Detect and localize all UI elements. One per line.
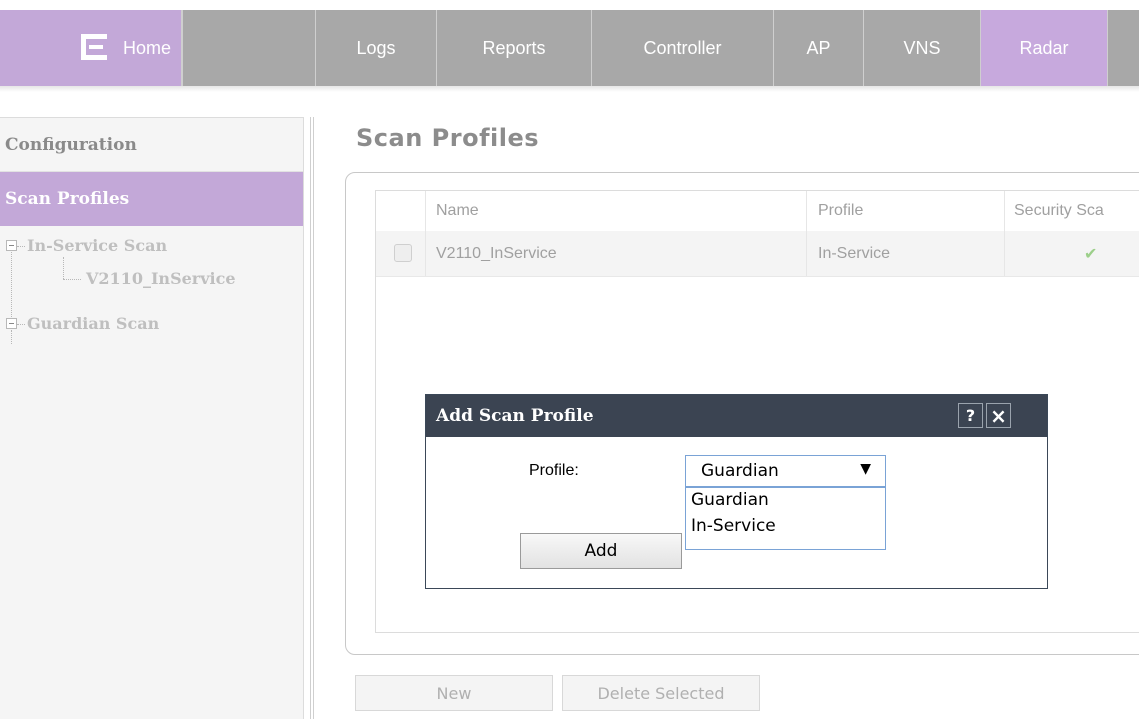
profile-select[interactable]: Guardian ▼ <box>685 455 886 487</box>
tree-item-guardian-scan[interactable]: Guardian Scan <box>27 314 159 333</box>
delete-selected-button[interactable]: Delete Selected <box>562 675 760 711</box>
tab-ap[interactable]: AP <box>774 10 864 86</box>
splitter-handle[interactable] <box>310 117 314 719</box>
sidebar-item-scan-profiles[interactable]: Scan Profiles <box>0 172 303 226</box>
tab-radar[interactable]: Radar <box>981 10 1108 86</box>
page-title: Scan Profiles <box>356 124 540 152</box>
tab-home[interactable]: Home <box>0 10 182 86</box>
tree-item-v2110-inservice[interactable]: V2110_InService <box>86 269 236 288</box>
add-scan-profile-dialog: Add Scan Profile ? × Profile: Guardian ▼… <box>425 394 1048 589</box>
option-in-service[interactable]: In-Service <box>691 516 776 536</box>
tab-controller[interactable]: Controller <box>592 10 774 86</box>
sidebar-heading-configuration[interactable]: Configuration <box>0 118 303 172</box>
tab-vns[interactable]: VNS <box>864 10 981 86</box>
column-header-profile[interactable]: Profile <box>818 191 863 231</box>
dropdown-arrow-icon: ▼ <box>860 461 871 477</box>
check-icon: ✔ <box>1084 245 1098 263</box>
collapse-icon[interactable] <box>6 318 17 329</box>
brand-logo-icon <box>81 34 107 60</box>
profile-label: Profile: <box>529 462 579 479</box>
new-button[interactable]: New <box>355 675 553 711</box>
tab-reports[interactable]: Reports <box>437 10 592 86</box>
column-header-name[interactable]: Name <box>436 191 479 231</box>
tree-item-in-service-scan[interactable]: In-Service Scan <box>27 236 167 255</box>
nav-shadow <box>0 86 1139 92</box>
table-header: Name Profile Security Sca <box>376 191 1139 231</box>
cell-profile: In-Service <box>818 244 891 262</box>
dialog-title-bar[interactable]: Add Scan Profile ? × <box>426 395 1047 437</box>
dialog-title: Add Scan Profile <box>436 406 594 426</box>
option-guardian[interactable]: Guardian <box>691 490 769 510</box>
add-button[interactable]: Add <box>520 533 682 569</box>
tab-logs[interactable]: Logs <box>315 10 437 86</box>
profile-dropdown-list: Guardian In-Service <box>685 487 886 550</box>
row-checkbox[interactable] <box>394 244 412 262</box>
sidebar: Configuration Scan Profiles In-Service S… <box>0 117 304 719</box>
close-icon[interactable]: × <box>986 403 1011 428</box>
help-icon[interactable]: ? <box>958 403 983 428</box>
top-nav: Home Logs Reports Controller AP VNS Rada… <box>0 10 1139 86</box>
profile-select-value: Guardian <box>701 461 779 481</box>
cell-name: V2110_InService <box>436 244 557 262</box>
collapse-icon[interactable] <box>6 240 17 251</box>
table-row[interactable]: V2110_InService In-Service ✔ <box>376 231 1139 277</box>
column-header-security-scan[interactable]: Security Sca <box>1014 191 1104 231</box>
tree-connector <box>11 245 12 327</box>
tab-home-label: Home <box>122 37 171 58</box>
